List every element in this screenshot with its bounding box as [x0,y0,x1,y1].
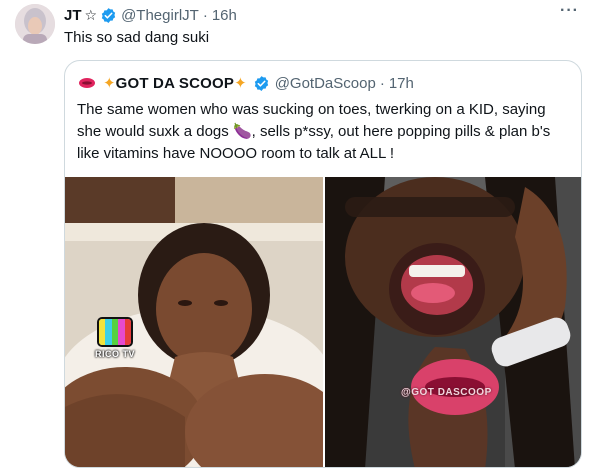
sparkle-icon: ✦ [234,75,247,92]
sparkle-icon: ✦ [103,75,116,92]
more-icon[interactable]: ··· [560,2,579,20]
verified-badge-icon [100,7,117,24]
eggplant-icon: 🍆 [232,123,252,140]
quoted-author-avatar[interactable] [77,73,97,93]
quoted-tweet-header: ✦ GOT DA SCOOP ✦ @GotDaScoop · 17h [77,73,414,93]
tweet-timestamp[interactable]: 16h [212,7,237,24]
quoted-tweet-text: The same women who was sucking on toes, … [77,99,573,165]
quoted-tweet-timestamp[interactable]: 17h [389,75,414,92]
author-name[interactable]: JT [64,7,82,24]
star-icon: ☆ [84,6,98,23]
tv-icon [97,317,133,347]
author-handle[interactable]: @ThegirlJT [121,7,199,24]
got-da-scoop-watermark: @GOT DASCOOP [401,387,492,398]
separator-dot: · [379,74,385,92]
verified-badge-icon [253,75,270,92]
author-avatar[interactable] [15,4,55,44]
tweet-header: JT ☆ @ThegirlJT · 16h [64,4,237,26]
rico-tv-label: RICO TV [95,349,136,359]
media-image-right[interactable]: @GOT DASCOOP [325,177,581,467]
media-image-left[interactable]: RICO TV [65,177,323,467]
media-grid: RICO TV @GOT DASCOOP [65,177,581,467]
rico-tv-watermark: RICO TV [95,317,135,359]
quoted-tweet[interactable]: ✦ GOT DA SCOOP ✦ @GotDaScoop · 17h The s… [64,60,582,468]
tweet-text: This so sad dang suki [64,29,210,46]
quoted-author-name[interactable]: GOT DA SCOOP [116,75,235,92]
separator-dot: · [202,6,208,24]
quoted-author-handle[interactable]: @GotDaScoop [275,75,376,92]
